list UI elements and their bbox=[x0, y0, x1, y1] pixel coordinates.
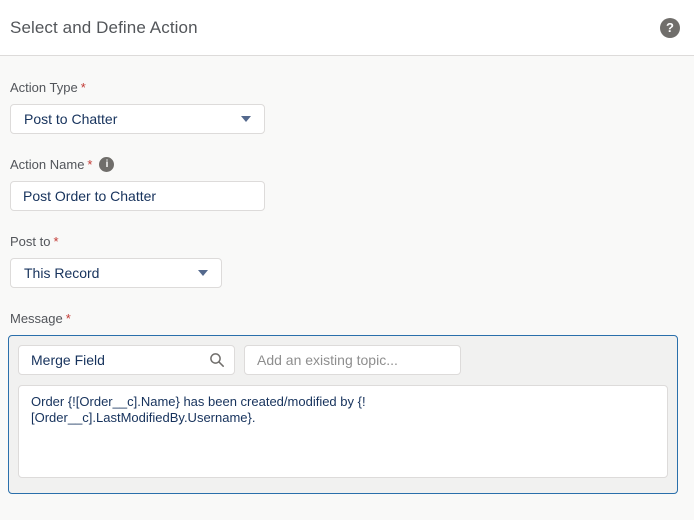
help-icon[interactable]: ? bbox=[660, 18, 680, 38]
post-to-select[interactable]: This Record bbox=[10, 258, 222, 288]
action-type-label-row: Action Type * bbox=[10, 80, 684, 95]
post-to-label: Post to bbox=[10, 234, 50, 249]
post-to-selected-value: This Record bbox=[24, 265, 99, 281]
composer-toolbar-row bbox=[18, 345, 668, 375]
required-asterisk: * bbox=[53, 234, 58, 249]
action-name-label: Action Name bbox=[10, 157, 84, 172]
action-name-input[interactable] bbox=[10, 181, 265, 211]
message-label: Message bbox=[10, 311, 63, 326]
message-textarea[interactable]: Order {![Order__c].Name} has been create… bbox=[18, 385, 668, 478]
chevron-down-icon bbox=[241, 116, 251, 122]
select-define-action-panel: Select and Define Action ? Action Type *… bbox=[0, 0, 694, 520]
required-asterisk: * bbox=[81, 80, 86, 95]
required-asterisk: * bbox=[66, 311, 71, 326]
message-composer: Order {![Order__c].Name} has been create… bbox=[8, 335, 678, 494]
panel-header: Select and Define Action ? bbox=[0, 0, 694, 56]
message-label-row: Message * bbox=[10, 311, 684, 326]
merge-field-search bbox=[18, 345, 235, 375]
info-icon[interactable]: i bbox=[99, 157, 114, 172]
post-to-label-row: Post to * bbox=[10, 234, 684, 249]
page-title: Select and Define Action bbox=[10, 18, 198, 38]
chevron-down-icon bbox=[198, 270, 208, 276]
action-type-label: Action Type bbox=[10, 80, 78, 95]
panel-content: Action Type * Post to Chatter Action Nam… bbox=[0, 80, 694, 494]
merge-field-input[interactable] bbox=[18, 345, 235, 375]
action-type-selected-value: Post to Chatter bbox=[24, 111, 117, 127]
required-asterisk: * bbox=[87, 157, 92, 172]
search-icon[interactable] bbox=[209, 352, 225, 368]
action-type-select[interactable]: Post to Chatter bbox=[10, 104, 265, 134]
topic-input[interactable] bbox=[244, 345, 461, 375]
action-name-label-row: Action Name * i bbox=[10, 157, 684, 172]
